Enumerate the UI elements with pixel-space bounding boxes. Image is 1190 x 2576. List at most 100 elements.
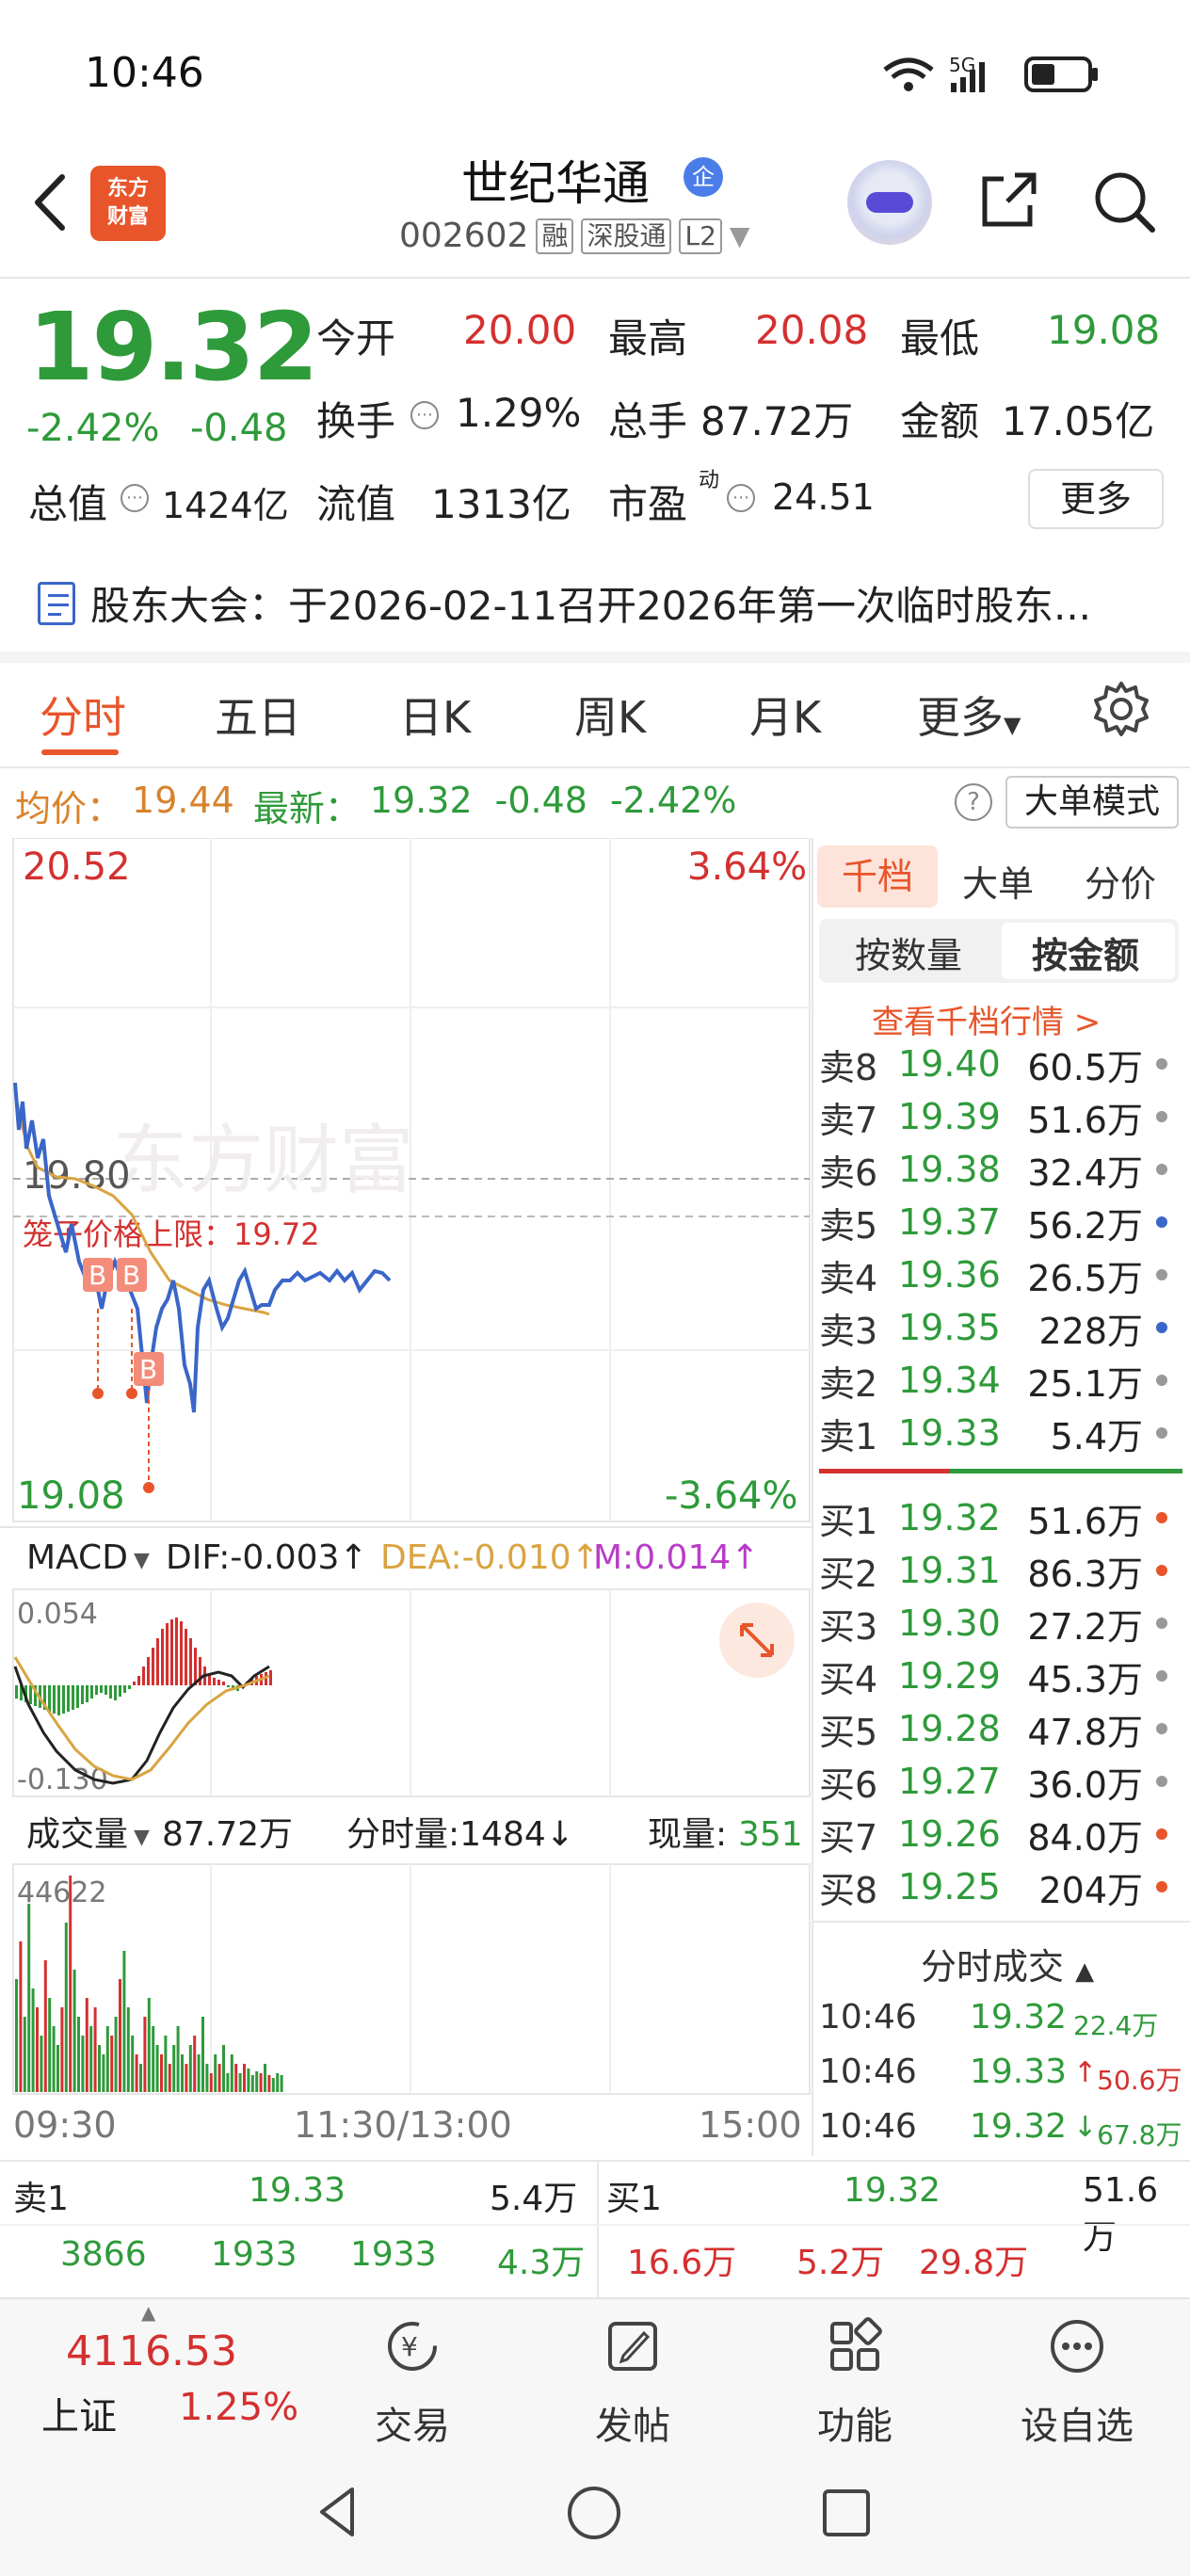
macd-bar — [123, 1685, 126, 1693]
intraday-chart[interactable]: 东方财富 20.52 3.64% 19.80 笼子价格上限：19.72 19.0… — [0, 838, 812, 2156]
gear-icon[interactable] — [1092, 680, 1150, 738]
market-cap-value: 1424亿 — [162, 485, 289, 526]
index-name[interactable]: 上证 — [41, 2386, 117, 2440]
bottom-sell-vol: 5.4万 — [490, 2180, 578, 2218]
seg-by-quantity[interactable]: 按数量 — [855, 926, 962, 978]
ask-level[interactable]: 卖6 19.38 32.4万 — [819, 1143, 1177, 1196]
price-axis-bottom: 19.08 — [17, 1474, 125, 1518]
tab-depth-1000[interactable]: 千档 — [817, 845, 938, 908]
nav-add-watchlist[interactable]: 设自选 — [1011, 2316, 1143, 2450]
tab-daily-k[interactable]: 日K — [399, 684, 471, 746]
back-arrow-icon[interactable] — [24, 169, 81, 235]
share-icon[interactable] — [975, 168, 1041, 233]
volume-bar — [102, 2054, 105, 2092]
index-pct[interactable]: 1.25% — [179, 2386, 298, 2429]
tab-intraday[interactable]: 分时 — [40, 684, 126, 746]
time-axis-mid: 11:30/13:00 — [294, 2104, 512, 2146]
volume-bar — [255, 2071, 259, 2092]
level-price: 19.31 — [898, 1550, 1001, 1591]
volume-bar — [89, 2026, 93, 2092]
nav-trade[interactable]: ¥ 交易 — [346, 2316, 478, 2450]
volume-bar — [143, 2017, 147, 2092]
float-cap-label: 流值 — [316, 481, 396, 527]
ask-level[interactable]: 卖1 19.33 5.4万 — [819, 1407, 1177, 1459]
ask-level[interactable]: 卖2 19.34 25.1万 — [819, 1354, 1177, 1407]
level-price: 19.35 — [898, 1307, 1001, 1348]
ts-arrow: ↓ — [1073, 2111, 1098, 2144]
level-label: 卖8 — [819, 1046, 878, 1088]
tab-five-day[interactable]: 五日 — [215, 684, 301, 746]
level-label: 卖1 — [819, 1415, 878, 1457]
tab-more[interactable]: 更多▼ — [917, 684, 1021, 746]
nav-add-watchlist-label: 设自选 — [1021, 2405, 1134, 2448]
info-icon[interactable]: ⋯ — [410, 401, 439, 429]
bottom-quote-sep — [597, 2162, 599, 2297]
bid-level[interactable]: 买7 19.26 84.0万 — [819, 1808, 1177, 1860]
time-sales-title[interactable]: 分时成交 ▲ — [921, 1938, 1094, 1989]
stock-code-row[interactable]: 002602 融 深股通 L2 ▼ — [399, 217, 749, 255]
bid-level[interactable]: 买5 19.28 47.8万 — [819, 1702, 1177, 1755]
time-axis-end: 15:00 — [699, 2104, 802, 2146]
level-dot — [1156, 1216, 1167, 1228]
search-icon[interactable] — [1090, 168, 1158, 235]
enterprise-badge-icon: 企 — [683, 157, 723, 197]
avg-label: 均价： — [15, 788, 123, 829]
ask-level[interactable]: 卖4 19.36 26.5万 — [819, 1248, 1177, 1301]
nav-functions[interactable]: 功能 — [789, 2316, 921, 2450]
level-volume: 32.4万 — [1027, 1151, 1143, 1194]
bid-level[interactable]: 买6 19.27 36.0万 — [819, 1755, 1177, 1808]
volume-bar — [197, 2054, 201, 2092]
macd-bar — [86, 1685, 88, 1702]
macd-bar — [90, 1685, 93, 1699]
bid-level[interactable]: 买4 19.29 45.3万 — [819, 1650, 1177, 1702]
ask-level[interactable]: 卖3 19.35 228万 — [819, 1301, 1177, 1354]
nav-recents-icon[interactable] — [819, 2486, 874, 2540]
nav-back-icon[interactable] — [311, 2484, 367, 2540]
index-value[interactable]: 4116.53 — [66, 2327, 237, 2375]
ts-volume: 50.6万 — [1097, 2065, 1182, 2096]
ask-level[interactable]: 卖5 19.37 56.2万 — [819, 1196, 1177, 1248]
volume-bar — [271, 2078, 275, 2092]
help-icon[interactable]: ? — [955, 783, 992, 821]
seg-by-amount[interactable]: 按金额 — [1032, 926, 1139, 978]
level-label: 买4 — [819, 1658, 878, 1700]
ask-level[interactable]: 卖8 19.40 60.5万 — [819, 1038, 1177, 1090]
battery-icon — [1024, 56, 1098, 92]
volume-bar — [114, 2017, 118, 2092]
info-icon[interactable]: ⋯ — [121, 484, 149, 512]
nav-post[interactable]: 发帖 — [567, 2316, 699, 2450]
tab-monthly-k[interactable]: 月K — [749, 684, 821, 746]
level-label: 卖5 — [819, 1204, 878, 1247]
stock-name[interactable]: 世纪华通 — [461, 146, 650, 214]
shareholder-notice[interactable]: 股东大会：于2026-02-11召开2026年第一次临时股东... — [38, 574, 1167, 632]
last-price: 19.32 — [28, 292, 318, 402]
volume-bar — [250, 2075, 254, 2092]
macd-bar — [72, 1685, 74, 1710]
chevron-down-icon: ▼ — [729, 220, 750, 251]
ask-level[interactable]: 卖7 19.39 51.6万 — [819, 1090, 1177, 1143]
view-depth-link[interactable]: 查看千档行情 > — [872, 996, 1101, 1042]
avg-value: 19.44 — [132, 780, 234, 821]
bid-level[interactable]: 买1 19.32 51.6万 — [819, 1491, 1177, 1544]
volume-bar — [152, 2026, 155, 2092]
volume-bar — [164, 2036, 168, 2092]
bid-level[interactable]: 买3 19.30 27.2万 — [819, 1597, 1177, 1650]
ts-volume: 67.8万 — [1097, 2119, 1182, 2150]
ai-assistant-avatar[interactable] — [847, 160, 932, 245]
level-label: 卖6 — [819, 1151, 878, 1194]
bid-level[interactable]: 买2 19.31 86.3万 — [819, 1544, 1177, 1597]
big-order-mode-button[interactable]: 大单模式 — [1005, 776, 1179, 829]
ts-price: 19.33 — [970, 2053, 1068, 2091]
tab-price-distribution[interactable]: 分价 — [1085, 855, 1156, 907]
volume-bar — [93, 2007, 97, 2092]
volume-bar — [201, 2017, 204, 2092]
ts-price: 19.32 — [970, 2107, 1068, 2146]
more-stats-button[interactable]: 更多 — [1028, 469, 1164, 529]
tab-big-orders[interactable]: 大单 — [962, 855, 1034, 907]
nav-home-icon[interactable] — [565, 2484, 623, 2542]
macd-bar — [180, 1621, 183, 1685]
tab-weekly-k[interactable]: 周K — [574, 684, 646, 746]
bid-level[interactable]: 买8 19.25 204万 — [819, 1860, 1177, 1913]
level-price: 19.33 — [898, 1412, 1001, 1454]
info-icon[interactable]: ⋯ — [727, 484, 755, 512]
